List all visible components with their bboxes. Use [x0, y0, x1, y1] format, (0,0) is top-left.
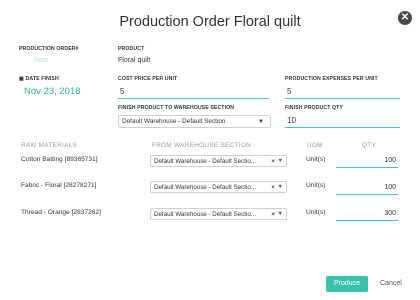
caret-down-icon: ▼: [277, 184, 283, 190]
cancel-button[interactable]: Cancel: [380, 276, 402, 292]
finish-qty-label: FINISH PRODUCT QTY: [285, 105, 343, 111]
row-material-name: Cotton Batting [89365731]: [21, 156, 98, 163]
production-order-label: PRODUCTION ORDER#: [19, 46, 79, 52]
row-uom: Unit(s): [306, 209, 326, 216]
production-expenses-input[interactable]: [285, 86, 400, 99]
product-label: PRODUCT: [118, 46, 145, 52]
finish-qty-input[interactable]: [285, 115, 400, 128]
cost-price-input[interactable]: [118, 86, 269, 99]
row-section-select[interactable]: Default Warehouse - Default Sectio... × …: [150, 208, 287, 220]
calendar-icon: ▦: [19, 76, 25, 82]
product-value: Floral quilt: [118, 57, 151, 64]
production-expenses-label: PRODUCTION EXPENSES PER UNIT: [285, 76, 378, 82]
date-finish-value[interactable]: Nov 23, 2018: [24, 86, 81, 97]
caret-down-icon: ▼: [258, 119, 264, 125]
row-material-name: Fabric - Floral [28278271]: [21, 182, 97, 189]
caret-down-icon: ▼: [277, 158, 283, 164]
header-uom: UOM: [307, 142, 323, 149]
row-section-select[interactable]: Default Warehouse - Default Sectio... × …: [150, 181, 287, 193]
header-qty: QTY: [362, 142, 377, 149]
clear-icon[interactable]: ×: [271, 209, 275, 219]
finish-warehouse-label: FINISH PRODUCT TO WAREHOUSE SECTION: [118, 105, 235, 111]
finish-warehouse-select[interactable]: Default Warehouse - Default Section ▼: [118, 115, 271, 128]
production-order-value: New: [34, 57, 49, 64]
header-from-section: FROM WAREHOUSE SECTION: [152, 142, 252, 149]
row-qty-input[interactable]: [336, 156, 398, 168]
clear-icon[interactable]: ×: [271, 182, 275, 192]
date-finish-label: ▦ DATE FINISH: [19, 76, 59, 82]
caret-down-icon: ▼: [277, 211, 283, 217]
row-qty-input[interactable]: [336, 183, 398, 195]
header-raw-materials: RAW MATERIALS: [21, 142, 78, 149]
close-icon[interactable]: ✕: [398, 11, 412, 25]
row-uom: Unit(s): [306, 182, 326, 189]
cost-price-label: COST PRICE PER UNIT: [118, 76, 178, 82]
row-section-select[interactable]: Default Warehouse - Default Sectio... × …: [150, 155, 287, 167]
clear-icon[interactable]: ×: [271, 156, 275, 166]
dialog-title: Production Order Floral quilt: [119, 14, 301, 30]
row-qty-input[interactable]: [336, 209, 398, 221]
row-material-name: Thread - Orange [2837262]: [21, 209, 101, 216]
row-uom: Unit(s): [306, 156, 326, 163]
produce-button[interactable]: Produce: [326, 276, 368, 292]
